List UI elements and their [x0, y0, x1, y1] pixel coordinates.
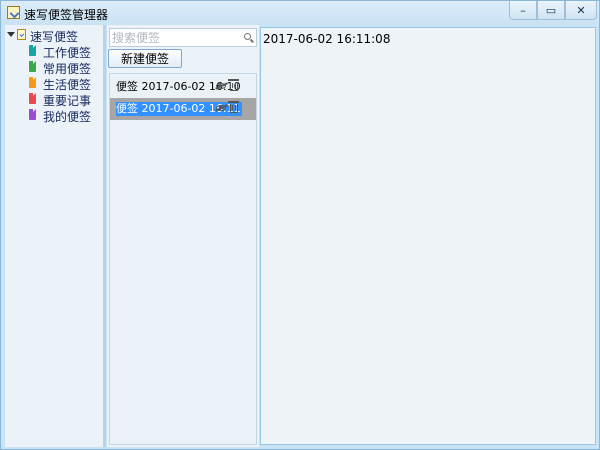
note-icon: [29, 61, 36, 72]
note-list-panel: 新建便签 便签 2017-06-02 16:10 便签 2017-06-02 1…: [107, 25, 259, 447]
window-title: 速写便签管理器: [24, 8, 109, 22]
category-tree: 速写便签 工作便签 常用便签 生活便签 重要记事 我的便签: [5, 25, 103, 447]
tree-item-life[interactable]: 生活便签: [5, 75, 103, 92]
maximize-button[interactable]: ▭: [537, 1, 565, 20]
trash-icon[interactable]: [228, 101, 239, 113]
close-icon: ✕: [576, 3, 586, 17]
tree-item-label: 我的便签: [43, 110, 92, 124]
title-bar[interactable]: 速写便签管理器 – ▭ ✕: [1, 1, 599, 25]
panel-splitter[interactable]: [103, 25, 106, 447]
note-list-item-selected[interactable]: 便签 2017-06-02 16:11: [110, 98, 256, 120]
note-icon: [29, 77, 36, 88]
search-icon[interactable]: [244, 33, 251, 40]
tree-item-work[interactable]: 工作便签: [5, 43, 103, 60]
new-note-button[interactable]: 新建便签: [108, 49, 182, 68]
app-window: 速写便签管理器 – ▭ ✕ 速写便签 工作便签 常用便签 生活便签 重要记事 我…: [0, 0, 600, 450]
hide-icon[interactable]: [216, 83, 226, 89]
notepad-icon: [17, 29, 26, 40]
tree-item-mine[interactable]: 我的便签: [5, 107, 103, 124]
tree-item-important[interactable]: 重要记事: [5, 91, 103, 108]
expand-arrow-icon[interactable]: [7, 32, 15, 37]
note-icon: [29, 45, 36, 56]
note-editor[interactable]: 2017-06-02 16:11:08: [260, 27, 596, 445]
tree-root-item[interactable]: 速写便签: [5, 27, 103, 44]
app-notepad-icon: [7, 6, 20, 19]
minimize-icon: –: [520, 3, 526, 17]
close-button[interactable]: ✕: [565, 1, 597, 20]
note-list: 便签 2017-06-02 16:10 便签 2017-06-02 16:11: [109, 73, 257, 445]
hide-icon[interactable]: [216, 105, 226, 111]
note-icon: [29, 93, 36, 104]
minimize-button[interactable]: –: [509, 1, 537, 20]
search-input[interactable]: [112, 30, 240, 45]
maximize-icon: ▭: [545, 3, 557, 17]
search-box[interactable]: [109, 28, 257, 47]
trash-icon[interactable]: [228, 79, 239, 91]
tree-item-common[interactable]: 常用便签: [5, 59, 103, 76]
note-icon: [29, 109, 36, 120]
note-content-text: 2017-06-02 16:11:08: [263, 32, 391, 46]
note-list-item[interactable]: 便签 2017-06-02 16:10: [110, 76, 256, 98]
